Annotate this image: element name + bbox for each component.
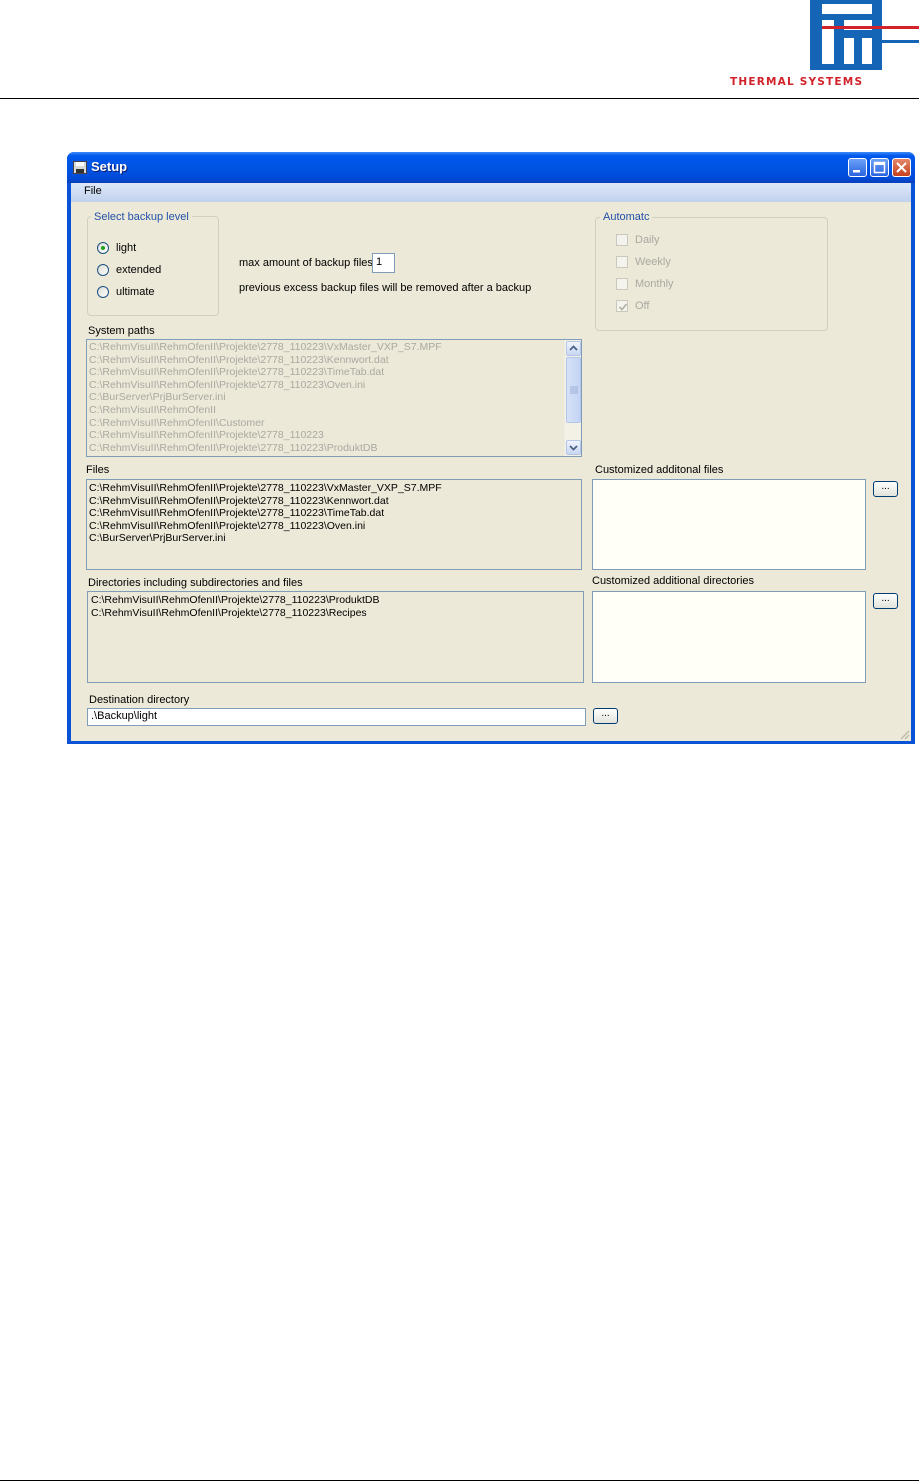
radio-light-label: light [116, 242, 137, 254]
destination-label: Destination directory [89, 694, 190, 706]
system-paths-scrollbar[interactable] [564, 340, 581, 456]
backup-level-title: Select backup level [91, 211, 192, 223]
automatic-title: Automatc [600, 211, 653, 223]
header-rule [0, 98, 919, 99]
scroll-thumb[interactable] [566, 357, 581, 423]
list-item[interactable]: C:\RehmVisuII\RehmOfenII\Customer [89, 417, 442, 430]
automatic-group [595, 217, 828, 331]
checkbox-weekly[interactable] [616, 256, 628, 268]
max-backup-label: max amount of backup files [239, 257, 373, 269]
minimize-button[interactable] [848, 158, 867, 177]
menu-file[interactable]: File [84, 185, 102, 197]
checkbox-daily[interactable] [616, 234, 628, 246]
list-item[interactable]: C:\RehmVisuII\RehmOfenII\Projekte\2778_1… [89, 495, 442, 508]
checkbox-weekly-label: Weekly [635, 256, 671, 268]
chevron-up-icon [569, 345, 578, 351]
title-bar[interactable] [67, 152, 915, 183]
scroll-up-button[interactable] [566, 341, 581, 356]
grip-icon [570, 386, 578, 394]
directories-label: Directories including subdirectories and… [88, 577, 303, 589]
list-item[interactable]: C:\RehmVisuII\RehmOfenII\Projekte\2778_1… [91, 594, 380, 607]
list-item[interactable]: C:\RehmVisuII\RehmOfenII\Projekte\2778_1… [89, 354, 442, 367]
custom-dirs-label: Customized additional directories [592, 575, 755, 587]
browse-custom-files-button[interactable]: ... [873, 481, 898, 497]
directories-list[interactable]: C:\RehmVisuII\RehmOfenII\Projekte\2778_1… [87, 591, 584, 683]
close-button[interactable] [892, 158, 911, 177]
custom-files-label: Customized additonal files [595, 464, 724, 476]
list-item[interactable]: C:\BurServer\PrjBurServer.ini [89, 391, 442, 404]
logo-text: THERMAL SYSTEMS [730, 76, 864, 88]
max-backup-note: previous excess backup files will be rem… [239, 282, 532, 294]
browse-custom-dirs-button[interactable]: ... [873, 593, 898, 609]
maximize-icon [873, 161, 886, 174]
max-backup-input[interactable]: 1 [372, 253, 395, 273]
radio-ultimate-label: ultimate [116, 286, 155, 298]
checkbox-daily-label: Daily [635, 234, 660, 246]
files-label: Files [86, 464, 110, 476]
system-paths-list[interactable]: C:\RehmVisuII\RehmOfenII\Projekte\2778_1… [86, 339, 582, 457]
list-item[interactable]: C:\RehmVisuII\RehmOfenII [89, 404, 442, 417]
list-item[interactable]: C:\RehmVisuII\RehmOfenII\Projekte\2778_1… [89, 442, 442, 455]
radio-ultimate[interactable] [97, 286, 109, 298]
browse-destination-button[interactable]: ... [593, 708, 618, 724]
minimize-icon [853, 170, 860, 173]
checkbox-monthly[interactable] [616, 278, 628, 290]
list-item[interactable]: C:\RehmVisuII\RehmOfenII\Projekte\2778_1… [89, 507, 442, 520]
custom-dirs-list[interactable] [592, 591, 866, 683]
list-item[interactable]: C:\RehmVisuII\RehmOfenII\Projekte\2778_1… [89, 366, 442, 379]
window-title: Setup [91, 159, 128, 174]
close-icon [896, 162, 907, 173]
menu-bar [71, 183, 911, 202]
system-paths-label: System paths [88, 325, 155, 337]
list-item[interactable]: C:\RehmVisuII\RehmOfenII\Projekte\2778_1… [89, 379, 442, 392]
list-item[interactable]: C:\RehmVisuII\RehmOfenII\Projekte\2778_1… [89, 520, 442, 533]
floppy-disk-icon [73, 161, 87, 174]
checkbox-off-label: Off [635, 300, 650, 312]
list-item[interactable]: C:\RehmVisuII\RehmOfenII\Projekte\2778_1… [91, 607, 380, 620]
maximize-button[interactable] [870, 158, 889, 177]
radio-extended-label: extended [116, 264, 162, 276]
check-mark-icon [618, 303, 628, 311]
checkbox-monthly-label: Monthly [635, 278, 674, 290]
scroll-down-button[interactable] [566, 440, 581, 455]
files-list[interactable]: C:\RehmVisuII\RehmOfenII\Projekte\2778_1… [86, 479, 582, 570]
list-item[interactable]: C:\RehmVisuII\RehmOfenII\Projekte\2778_1… [89, 482, 442, 495]
chevron-down-icon [569, 445, 578, 451]
custom-files-list[interactable] [592, 479, 866, 570]
list-item[interactable]: C:\RehmVisuII\RehmOfenII\Projekte\2778_1… [89, 341, 442, 354]
list-item[interactable]: C:\BurServer\PrjBurServer.ini [89, 532, 442, 545]
footer-rule [0, 1480, 919, 1481]
destination-input[interactable]: .\Backup\light [87, 708, 586, 726]
radio-light[interactable] [97, 242, 109, 254]
radio-extended[interactable] [97, 264, 109, 276]
resize-grip-icon[interactable] [898, 728, 910, 740]
list-item[interactable]: C:\RehmVisuII\RehmOfenII\Projekte\2778_1… [89, 429, 442, 442]
checkbox-off[interactable] [616, 300, 628, 312]
